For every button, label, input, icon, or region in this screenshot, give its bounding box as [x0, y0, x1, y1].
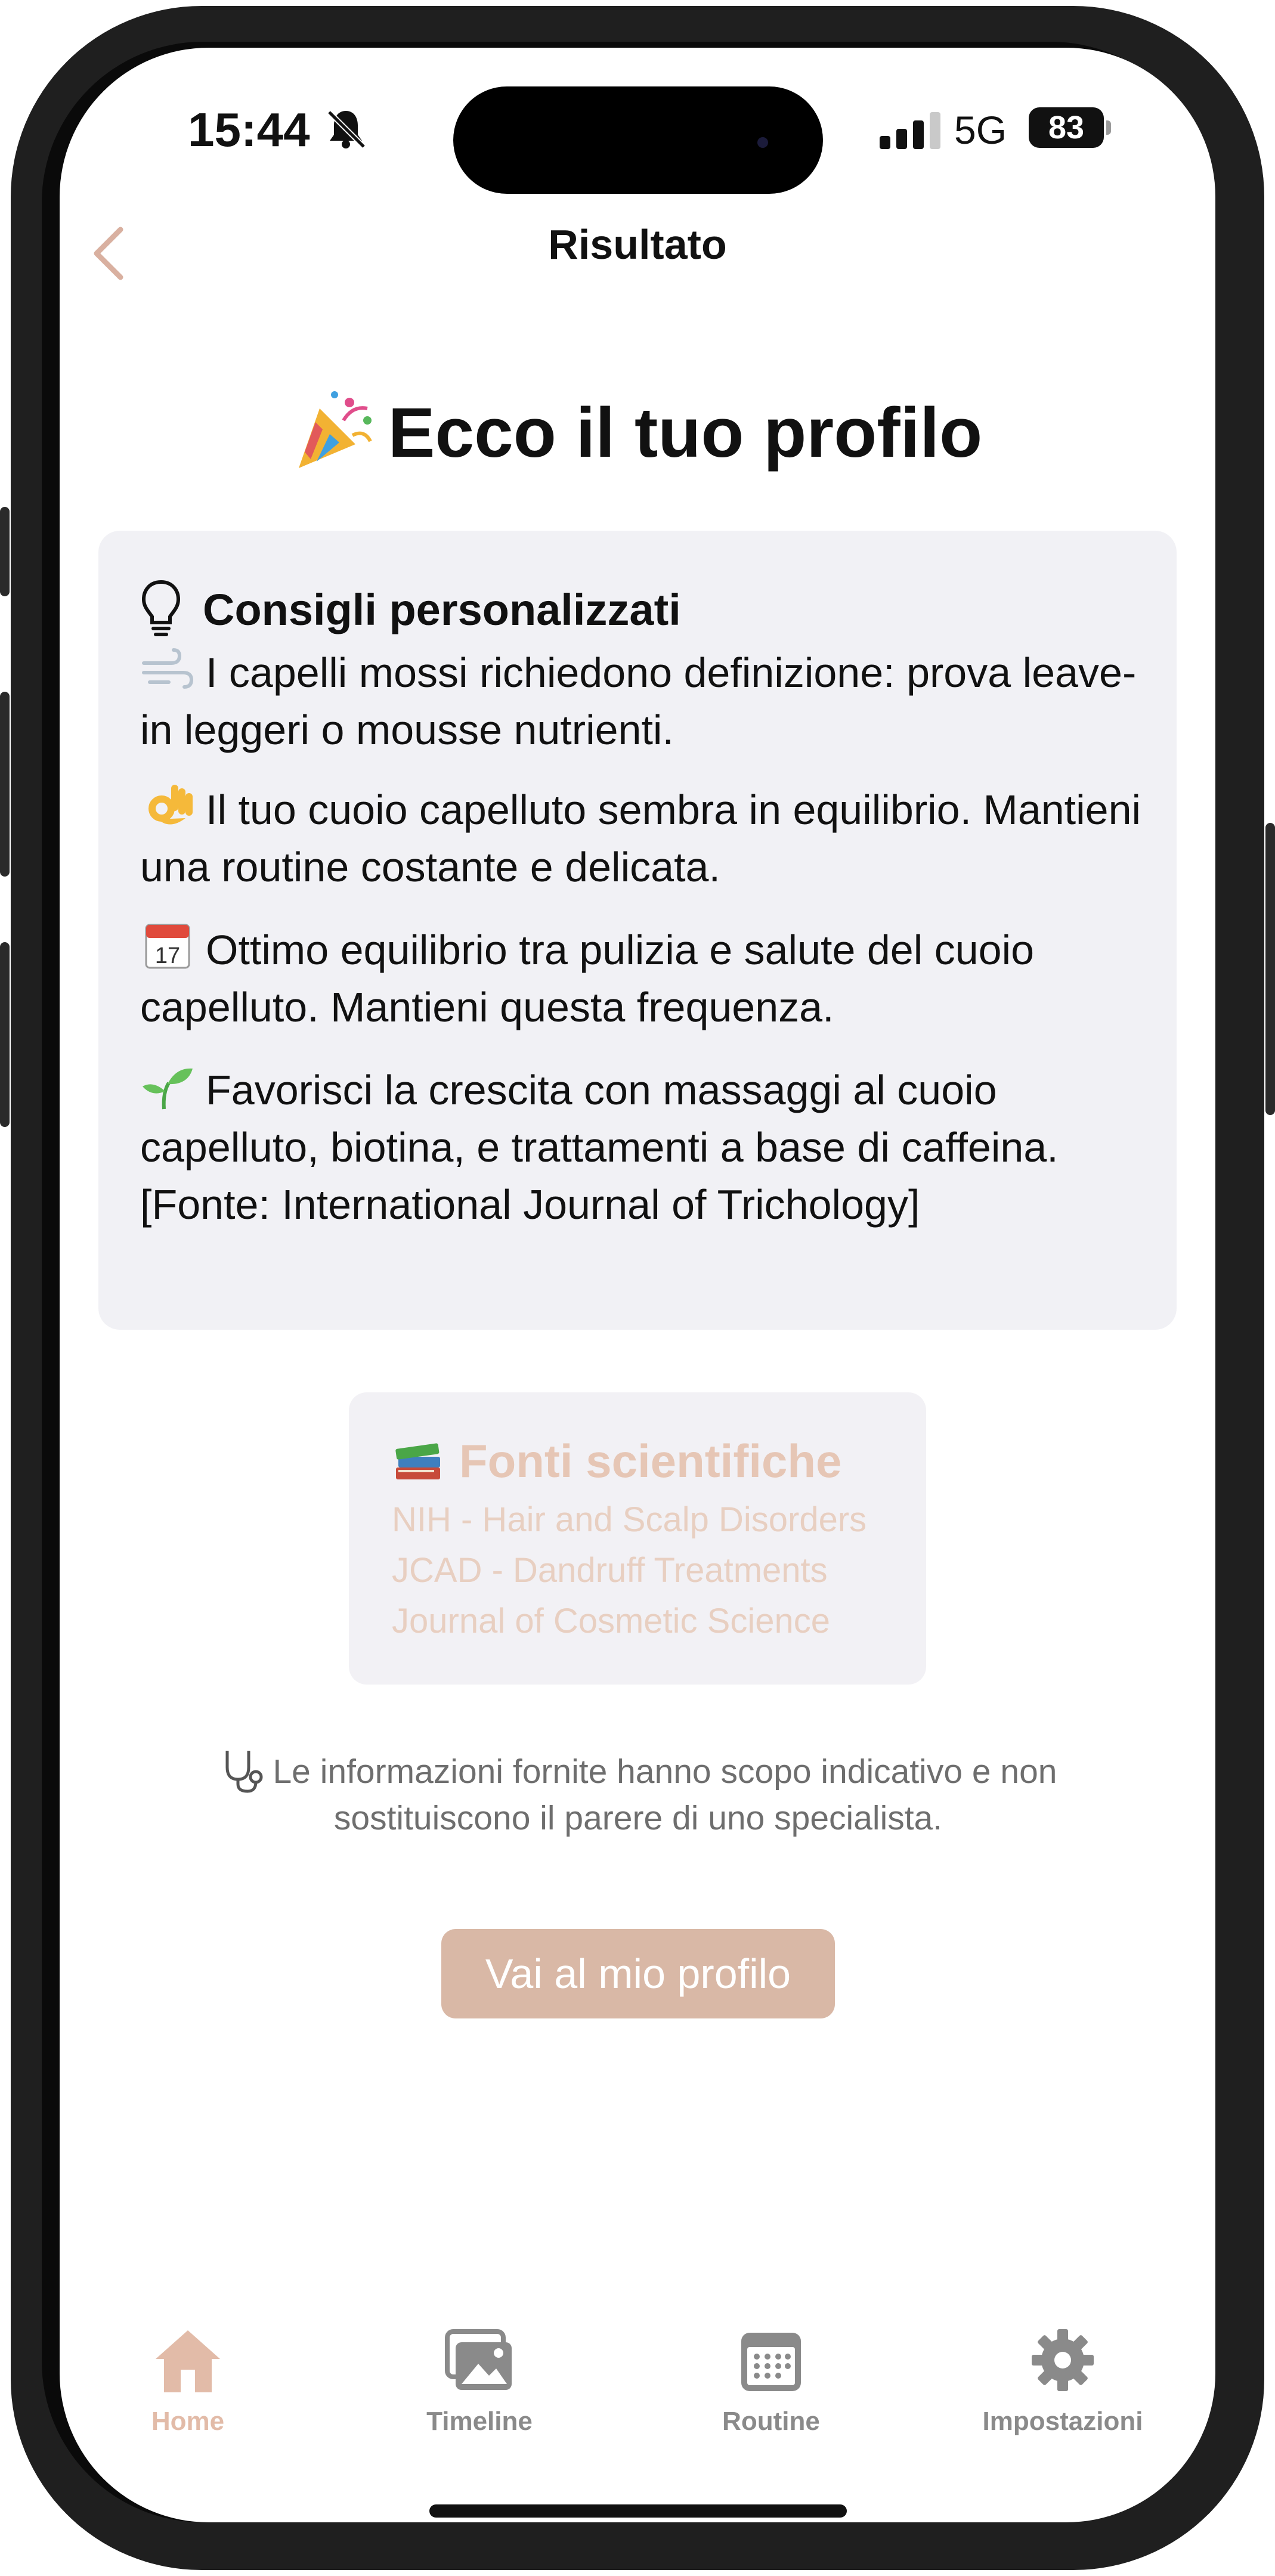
advice-tip: Favorisci la crescita con massaggi al cu… — [140, 1061, 1142, 1233]
advice-tip: 17 Ottimo equilibrio tra pulizia e salut… — [140, 921, 1142, 1036]
tab-label: Impostazioni — [982, 2407, 1143, 2436]
advice-tip-text: Il tuo cuoio capelluto sembra in equilib… — [140, 787, 1141, 890]
source-link[interactable]: Journal of Cosmetic Science — [392, 1601, 830, 1641]
advice-tip-text: Favorisci la crescita con massaggi al cu… — [140, 1067, 1059, 1228]
tab-impostazioni[interactable]: Impostazioni — [955, 2326, 1170, 2445]
advice-tip: I capelli mossi richiedono definizione: … — [140, 644, 1142, 758]
books-icon — [395, 1443, 440, 1479]
party-popper-icon — [298, 391, 372, 468]
advice-card: Consigli personalizzati I capelli mossi … — [98, 531, 1177, 1330]
wind-icon — [142, 648, 194, 689]
battery-icon: 83 — [1029, 107, 1112, 148]
source-link[interactable]: JCAD - Dandruff Treatments — [392, 1550, 828, 1590]
tab-label: Home — [151, 2407, 225, 2436]
action-button — [0, 507, 10, 596]
tab-timeline[interactable]: Timeline — [372, 2326, 587, 2445]
network-type: 5G — [954, 108, 1007, 152]
advice-tip-text: Ottimo equilibrio tra pulizia e salute d… — [140, 927, 1035, 1030]
power-button — [1265, 823, 1275, 1115]
camera-dot — [757, 137, 768, 148]
photos-icon — [445, 2329, 512, 2390]
battery-level: 83 — [1029, 107, 1104, 148]
calendar-icon: 17 — [145, 924, 190, 969]
headline-text: Ecco il tuo profilo — [388, 394, 983, 472]
tab-label: Routine — [722, 2407, 820, 2436]
disclaimer-text: Le informazioni fornite hanno scopo indi… — [273, 1753, 1057, 1837]
calendar-grid-icon — [741, 2333, 801, 2391]
battery-tip — [1106, 120, 1111, 135]
volume-up-button — [0, 692, 10, 877]
home-icon — [156, 2330, 220, 2392]
calendar-day: 17 — [155, 943, 180, 968]
status-time: 15:44 — [188, 103, 310, 156]
gear-icon — [1032, 2329, 1094, 2391]
disclaimer: Le informazioni fornite hanno scopo indi… — [173, 1747, 1103, 1841]
advice-tip: Il tuo cuoio capelluto sembra in equilib… — [140, 781, 1142, 896]
tab-home[interactable]: Home — [81, 2326, 295, 2445]
lightbulb-icon — [141, 580, 181, 636]
volume-down-button — [0, 942, 10, 1127]
sources-box: Fonti scientifiche NIH - Hair and Scalp … — [349, 1392, 926, 1685]
tab-label: Timeline — [426, 2407, 533, 2436]
home-indicator[interactable] — [429, 2504, 847, 2518]
cellular-signal-icon — [880, 112, 940, 149]
stethoscope-icon — [225, 1751, 263, 1793]
tab-routine[interactable]: Routine — [664, 2326, 878, 2445]
page-title: Risultato — [548, 221, 727, 268]
ok-hand-icon — [148, 785, 193, 825]
bell-slash-icon — [327, 110, 366, 149]
headline: Ecco il tuo profilo — [60, 388, 1215, 473]
screen: 15:44 5G 83 Risultato Ecco il tuo profil… — [60, 48, 1215, 2522]
go-to-profile-button[interactable]: Vai al mio profilo — [441, 1929, 835, 2018]
seedling-icon — [143, 1068, 193, 1110]
advice-title: Consigli personalizzati — [203, 585, 681, 634]
advice-tip-text: I capelli mossi richiedono definizione: … — [140, 649, 1137, 753]
sources-title: Fonti scientifiche — [459, 1435, 842, 1487]
source-link[interactable]: NIH - Hair and Scalp Disorders — [392, 1500, 866, 1540]
